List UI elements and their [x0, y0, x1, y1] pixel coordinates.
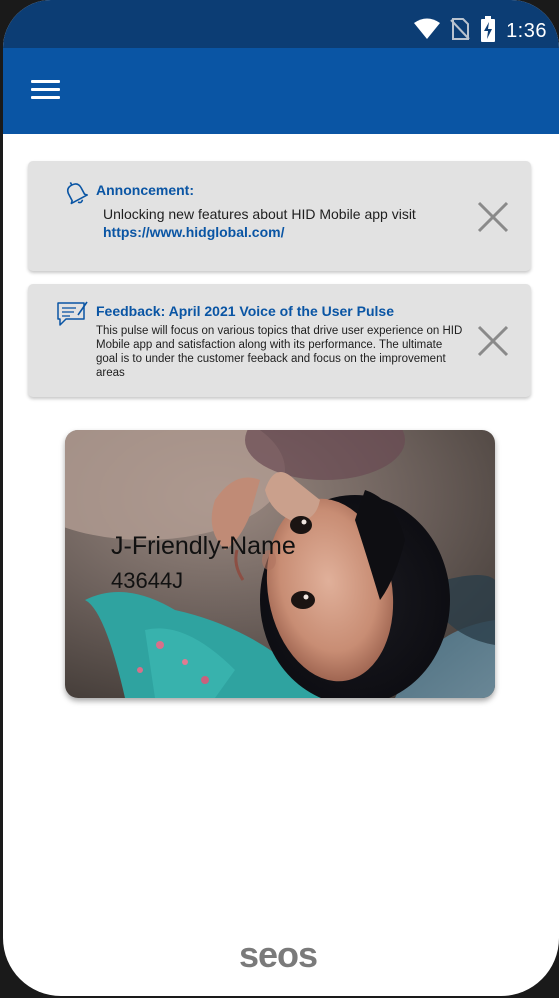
app-bar: [3, 48, 559, 134]
announcement-text: Unlocking new features about HID Mobile …: [103, 206, 416, 222]
credential-name: J-Friendly-Name: [111, 532, 296, 560]
child-portrait-photo: [65, 430, 495, 698]
announcement-body: Unlocking new features about HID Mobile …: [103, 205, 423, 241]
close-icon[interactable]: [476, 200, 510, 234]
feedback-note-icon: [56, 300, 88, 333]
hamburger-menu-icon[interactable]: [31, 78, 61, 102]
announcement-card: Annoncement: Unlocking new features abou…: [28, 161, 531, 271]
no-sim-icon: [450, 17, 470, 46]
credential-id: 43644J: [111, 568, 184, 593]
feedback-title: Feedback: April 2021 Voice of the User P…: [96, 303, 394, 319]
status-icons: 1:36: [414, 16, 547, 47]
credential-card[interactable]: J-Friendly-Name 43644J: [65, 430, 495, 698]
seos-logo: seos: [238, 934, 318, 975]
battery-charging-icon: [480, 16, 496, 47]
announcement-title: Annoncement:: [96, 182, 194, 198]
wifi-icon: [414, 18, 441, 45]
feedback-card: Feedback: April 2021 Voice of the User P…: [28, 284, 531, 397]
phone-screen: 1:36 Annoncement: Unlocking new features…: [3, 0, 559, 996]
bell-icon: [62, 179, 90, 212]
feedback-body: This pulse will focus on various topics …: [96, 325, 463, 379]
status-bar: 1:36: [3, 0, 559, 48]
close-icon[interactable]: [476, 324, 510, 358]
status-time: 1:36: [506, 20, 547, 42]
hidglobal-link[interactable]: https://www.hidglobal.com/: [103, 224, 284, 240]
